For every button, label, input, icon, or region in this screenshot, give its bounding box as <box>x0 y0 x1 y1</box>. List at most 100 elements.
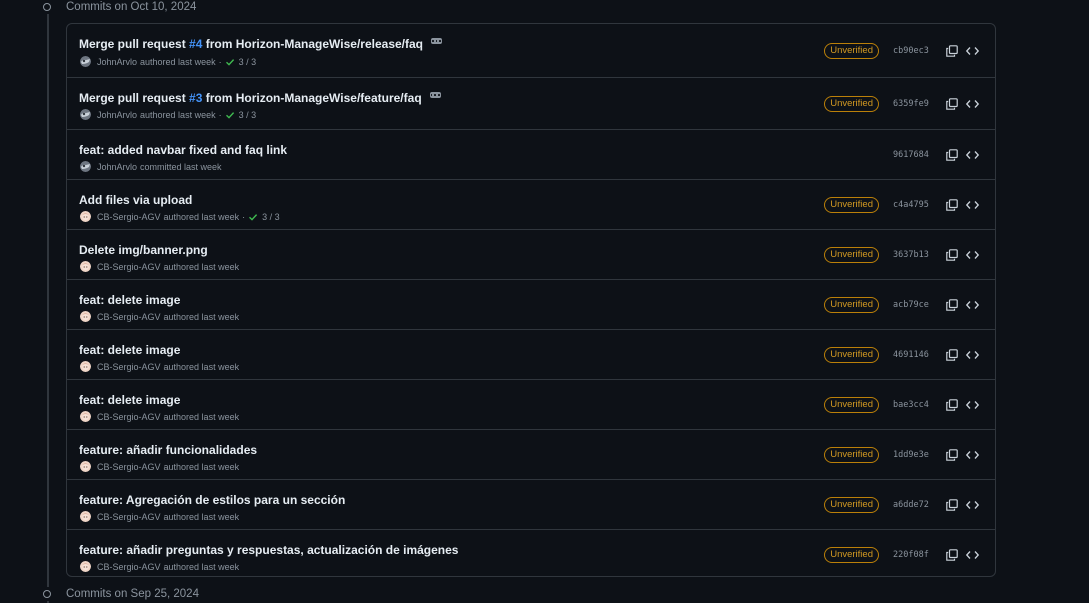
commit-title: Merge pull request #4 from Horizon-Manag… <box>79 37 443 51</box>
copy-icon[interactable] <box>945 298 959 312</box>
commit-author[interactable]: CB-Sergio-AGV <box>97 562 161 572</box>
verification-badge[interactable]: Unverified <box>824 396 879 413</box>
commit-group-title: Commits on Sep 25, 2024 <box>66 588 199 600</box>
checks-status[interactable]: 3 / 3 <box>239 110 257 120</box>
commit-message-link[interactable]: feature: añadir funcionalidades <box>79 443 257 457</box>
verification-badge[interactable]: Unverified <box>824 546 879 563</box>
commit-sha[interactable]: bae3cc4 <box>893 400 929 410</box>
commit-sha[interactable]: 4691146 <box>893 350 929 360</box>
commit-title: feature: añadir funcionalidades <box>79 443 257 457</box>
pull-request-link[interactable]: #4 <box>189 37 202 51</box>
commit-row: feature: añadir funcionalidades CB-Sergio… <box>67 429 995 479</box>
avatar[interactable] <box>80 261 91 272</box>
commit-message-link[interactable]: Delete img/banner.png <box>79 243 208 257</box>
verification-badge[interactable]: Unverified <box>824 95 879 112</box>
code-icon[interactable] <box>965 148 979 162</box>
kebab-horizontal-icon[interactable] <box>429 92 441 98</box>
code-icon[interactable] <box>965 198 979 212</box>
verification-badge[interactable]: Unverified <box>824 246 879 263</box>
code-icon[interactable] <box>965 348 979 362</box>
commit-sha[interactable]: 9617684 <box>893 150 929 160</box>
verification-badge[interactable]: Unverified <box>824 296 879 313</box>
code-icon[interactable] <box>965 548 979 562</box>
commit-row: Merge pull request #3 from Horizon-Manag… <box>67 77 995 129</box>
commit-actions: Unverified bae3cc4 <box>824 396 979 413</box>
commit-message-link[interactable]: Merge pull request #3 from Horizon-Manag… <box>79 91 422 105</box>
commit-author[interactable]: CB-Sergio-AGV <box>97 212 161 222</box>
copy-icon[interactable] <box>945 498 959 512</box>
verification-badge[interactable]: Unverified <box>824 496 879 513</box>
commit-message-link[interactable]: Merge pull request #4 from Horizon-Manag… <box>79 37 423 51</box>
git-commit-icon <box>40 0 54 14</box>
commit-title-text: feat: added navbar fixed and faq link <box>79 143 288 157</box>
code-icon[interactable] <box>965 498 979 512</box>
code-icon[interactable] <box>965 248 979 262</box>
commit-title-text: feat: delete image <box>79 293 181 307</box>
commit-message-link[interactable]: feat: delete image <box>79 343 180 357</box>
copy-icon[interactable] <box>945 448 959 462</box>
avatar[interactable] <box>80 161 91 172</box>
avatar[interactable] <box>80 461 91 472</box>
commit-title-text: feat: delete image <box>79 393 181 407</box>
avatar[interactable] <box>80 56 91 67</box>
commit-author[interactable]: CB-Sergio-AGV <box>97 462 161 472</box>
copy-icon[interactable] <box>945 44 959 58</box>
commit-message-link[interactable]: feat: delete image <box>79 293 180 307</box>
commit-author[interactable]: JohnArvlo <box>97 110 137 120</box>
kebab-horizontal-icon[interactable] <box>431 38 443 44</box>
commit-sha[interactable]: 1dd9e3e <box>893 450 929 460</box>
commit-author[interactable]: CB-Sergio-AGV <box>97 412 161 422</box>
check-icon <box>225 110 239 120</box>
commit-sha[interactable]: a6dde72 <box>893 500 929 510</box>
commit-message-link[interactable]: feature: añadir preguntas y respuestas, … <box>79 543 458 557</box>
commit-message-link[interactable]: feat: added navbar fixed and faq link <box>79 143 287 157</box>
commit-sha[interactable]: 220f08f <box>893 550 929 560</box>
commit-group-header: Commits on Sep 25, 2024 <box>40 587 199 601</box>
copy-icon[interactable] <box>945 198 959 212</box>
verification-badge[interactable]: Unverified <box>824 42 879 59</box>
checks-status[interactable]: 3 / 3 <box>262 212 280 222</box>
code-icon[interactable] <box>965 298 979 312</box>
commit-sha[interactable]: cb90ec3 <box>893 46 929 56</box>
avatar[interactable] <box>80 311 91 322</box>
commit-sha[interactable]: acb79ce <box>893 300 929 310</box>
commit-author[interactable]: CB-Sergio-AGV <box>97 512 161 522</box>
commit-author[interactable]: JohnArvlo <box>97 57 137 67</box>
copy-icon[interactable] <box>945 548 959 562</box>
commit-author[interactable]: CB-Sergio-AGV <box>97 262 161 272</box>
commit-message-link[interactable]: Add files via upload <box>79 193 192 207</box>
commit-message-link[interactable]: feature: Agregación de estilos para un s… <box>79 493 345 507</box>
commit-time: authored last week <box>140 109 216 120</box>
commit-list: Merge pull request #4 from Horizon-Manag… <box>66 23 996 577</box>
copy-icon[interactable] <box>945 248 959 262</box>
code-icon[interactable] <box>965 448 979 462</box>
avatar[interactable] <box>80 411 91 422</box>
commit-author[interactable]: CB-Sergio-AGV <box>97 312 161 322</box>
commit-message-link[interactable]: feat: delete image <box>79 393 180 407</box>
checks-status[interactable]: 3 / 3 <box>239 57 257 67</box>
commit-sha[interactable]: 3637b13 <box>893 250 929 260</box>
commit-actions: Unverified cb90ec3 <box>824 42 979 59</box>
commit-sha[interactable]: 6359fe9 <box>893 99 929 109</box>
avatar[interactable] <box>80 361 91 372</box>
copy-icon[interactable] <box>945 97 959 111</box>
copy-icon[interactable] <box>945 348 959 362</box>
code-icon[interactable] <box>965 97 979 111</box>
copy-icon[interactable] <box>945 398 959 412</box>
commit-time: authored last week <box>163 511 240 522</box>
copy-icon[interactable] <box>945 148 959 162</box>
verification-badge[interactable]: Unverified <box>824 446 879 463</box>
verification-badge[interactable]: Unverified <box>824 196 879 213</box>
commit-sha[interactable]: c4a4795 <box>893 200 929 210</box>
commit-author[interactable]: JohnArvlo <box>97 162 137 172</box>
pull-request-link[interactable]: #3 <box>189 91 202 105</box>
avatar[interactable] <box>80 211 91 222</box>
commit-author[interactable]: CB-Sergio-AGV <box>97 362 161 372</box>
verification-badge[interactable]: Unverified <box>824 346 879 363</box>
commit-group-header: Commits on Oct 10, 2024 <box>40 0 196 14</box>
avatar[interactable] <box>80 561 91 572</box>
code-icon[interactable] <box>965 44 979 58</box>
code-icon[interactable] <box>965 398 979 412</box>
avatar[interactable] <box>80 109 91 120</box>
avatar[interactable] <box>80 511 91 522</box>
